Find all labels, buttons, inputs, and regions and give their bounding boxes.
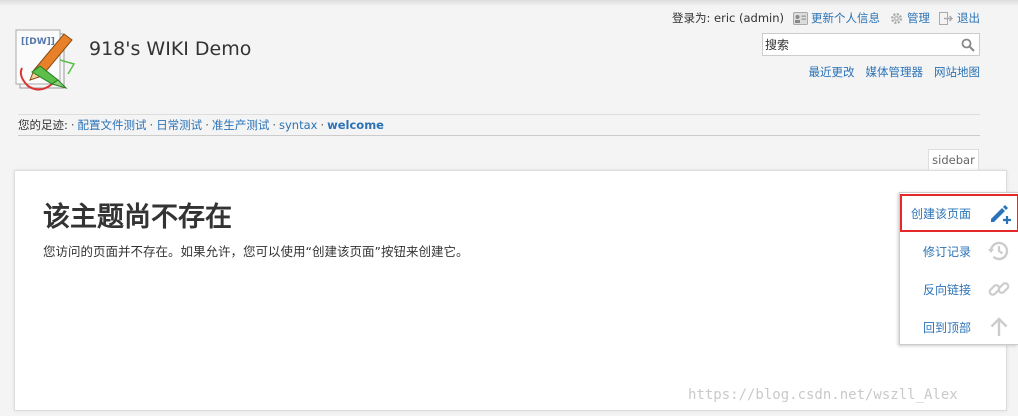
profile-link-label: 更新个人信息: [811, 11, 880, 25]
logout-link-label: 退出: [957, 11, 980, 25]
breadcrumb-separator: ·: [70, 118, 75, 132]
media-manager-link[interactable]: 媒体管理器: [866, 64, 924, 80]
pencil-plus-icon: [991, 205, 1011, 224]
search-button[interactable]: [957, 34, 979, 55]
breadcrumb-separator: ·: [272, 118, 276, 132]
wiki-page: [[DW]] 918's WIKI Demo 登录为: eric (admin)…: [0, 0, 1018, 416]
breadcrumb-item[interactable]: 日常测试: [156, 117, 202, 133]
backlinks-label: 反向链接: [922, 282, 971, 297]
logo-text: [[DW]]: [21, 37, 55, 47]
recent-changes-link[interactable]: 最近更改: [809, 64, 855, 80]
link-icon: [988, 282, 1010, 296]
search-icon: [961, 38, 975, 52]
breadcrumb-separator: ·: [320, 118, 325, 132]
logout-link[interactable]: 退出: [939, 10, 980, 26]
dokuwiki-logo[interactable]: [[DW]]: [12, 24, 80, 96]
top-gradient-bar: [0, 0, 1018, 6]
admin-link-label: 管理: [907, 11, 930, 25]
breadcrumb-item[interactable]: syntax: [279, 118, 317, 132]
sitemap-link[interactable]: 网站地图: [934, 64, 980, 80]
breadcrumb-item[interactable]: 配置文件测试: [78, 117, 147, 133]
search-box: [762, 33, 980, 56]
site-tools: 最近更改 媒体管理器 网站地图: [809, 64, 981, 80]
login-status-label: 登录为: eric (admin): [671, 11, 784, 25]
breadcrumb-label: 您的足迹:: [18, 118, 68, 132]
page-tools-panel: 创建该页面 修订记录 反向链接 回到顶部: [899, 192, 1018, 345]
page-content: 该主题尚不存在 您访问的页面并不存在。如果允许，您可以使用“创建该页面”按钮来创…: [14, 170, 1007, 411]
breadcrumb-separator: ·: [205, 118, 209, 132]
backlinks-button[interactable]: 反向链接: [900, 270, 1018, 308]
admin-link[interactable]: 管理: [889, 10, 930, 26]
user-card-icon: [793, 11, 808, 25]
user-tools: 登录为: eric (admin) 更新个人信息 管理 退出: [672, 10, 980, 26]
site-title[interactable]: 918's WIKI Demo: [89, 38, 251, 60]
logo-image: [[DW]]: [15, 29, 76, 91]
page-title: 该主题尚不存在: [43, 202, 232, 233]
back-to-top-button[interactable]: 回到顶部: [900, 308, 1018, 346]
page-message: 您访问的页面并不存在。如果允许，您可以使用“创建该页面”按钮来创建它。: [43, 244, 469, 259]
search-input[interactable]: [763, 34, 957, 55]
watermark: https://blog.csdn.net/wszll_Alex: [688, 387, 958, 403]
sidebar-toggle-tab[interactable]: sidebar: [928, 149, 979, 170]
logout-icon: [939, 11, 953, 25]
create-page-label: 创建该页面: [910, 206, 971, 221]
breadcrumb-item[interactable]: 准生产测试: [212, 117, 270, 133]
back-to-top-label: 回到顶部: [922, 320, 971, 335]
breadcrumb-item-current[interactable]: welcome: [327, 118, 384, 132]
history-icon: [988, 241, 1009, 261]
gear-icon: [890, 12, 903, 24]
revisions-label: 修订记录: [922, 244, 971, 259]
breadcrumb-separator: ·: [149, 118, 154, 132]
revisions-button[interactable]: 修订记录: [900, 232, 1018, 270]
profile-link[interactable]: 更新个人信息: [793, 10, 880, 26]
arrow-up-icon: [990, 317, 1008, 336]
breadcrumb: 您的足迹: · 配置文件测试 · 日常测试 · 准生产测试 · syntax ·…: [18, 114, 980, 136]
create-page-button[interactable]: 创建该页面: [900, 194, 1018, 232]
